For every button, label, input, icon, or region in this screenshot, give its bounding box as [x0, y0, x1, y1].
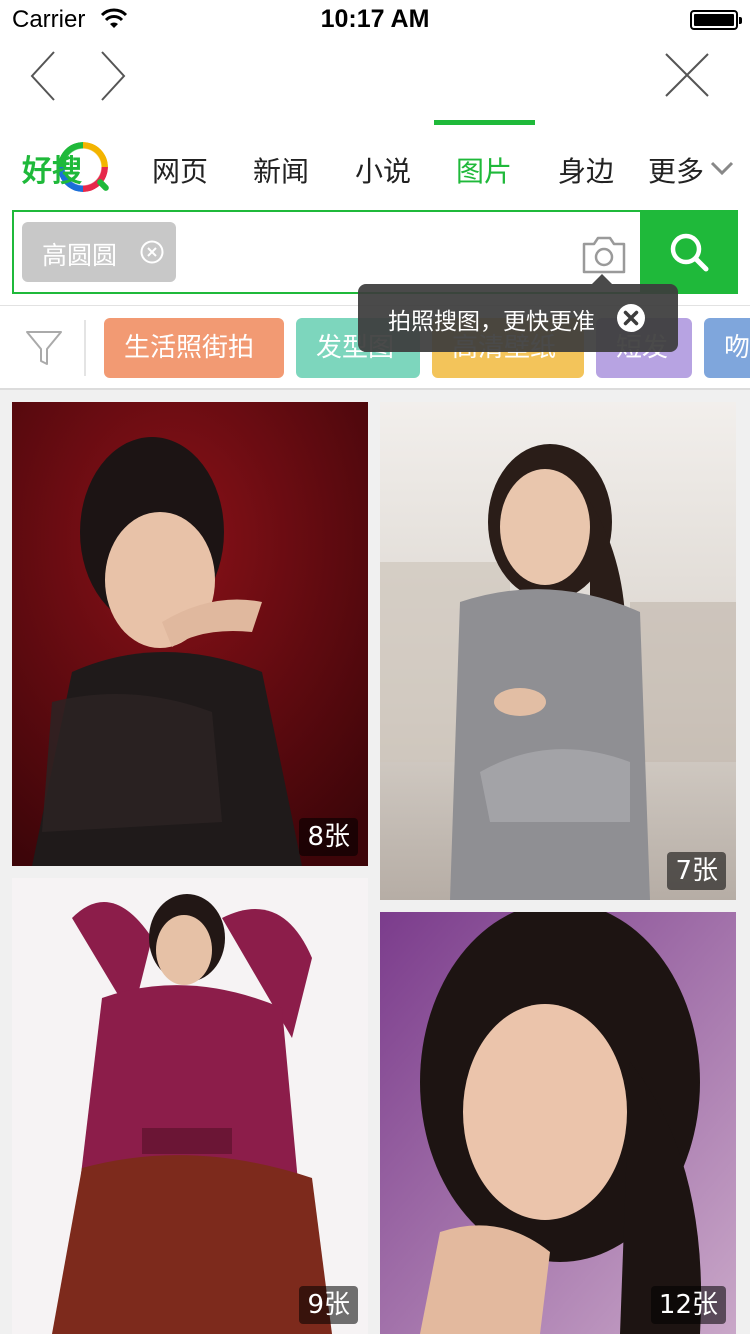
search-icon — [670, 233, 709, 272]
filter-icon[interactable] — [24, 328, 64, 368]
tab-novel[interactable]: 小说 — [355, 150, 411, 190]
forward-arrow-icon[interactable] — [86, 48, 142, 104]
portrait-photo-icon — [12, 402, 368, 866]
tab-news[interactable]: 新闻 — [253, 150, 309, 190]
image-card[interactable]: 9张 — [12, 878, 368, 1334]
tag-kiss[interactable]: 吻 — [704, 318, 750, 378]
tab-images[interactable]: 图片 — [456, 150, 512, 190]
portrait-photo-icon — [380, 402, 736, 900]
tooltip-close-icon[interactable] — [616, 303, 646, 333]
clock: 10:17 AM — [320, 5, 430, 33]
image-card[interactable]: 8张 — [12, 402, 368, 866]
image-count-badge: 8张 — [299, 818, 358, 856]
tab-more[interactable]: 更多 — [648, 150, 704, 190]
tab-web[interactable]: 网页 — [152, 150, 208, 190]
tag-street-photo[interactable]: 生活照街拍 — [104, 318, 284, 378]
tooltip-text: 拍照搜图，更快更准 — [388, 309, 595, 335]
portrait-photo-icon — [12, 878, 368, 1334]
logo-text: 好搜 — [22, 154, 82, 189]
query-chip[interactable]: 高圆圆 — [22, 222, 176, 282]
chevron-down-icon[interactable] — [710, 160, 734, 176]
search-input[interactable]: 高圆圆 — [12, 210, 642, 294]
haosou-logo[interactable]: 好搜 — [18, 138, 112, 202]
image-count-badge: 7张 — [667, 852, 726, 890]
camera-icon[interactable] — [580, 234, 628, 274]
status-bar: Carrier 10:17 AM — [0, 0, 750, 40]
image-card[interactable]: 7张 — [380, 402, 736, 900]
clear-chip-icon[interactable] — [140, 240, 164, 264]
query-chip-label: 高圆圆 — [42, 241, 118, 270]
tab-nearby[interactable]: 身边 — [558, 150, 614, 190]
back-arrow-icon[interactable] — [18, 48, 74, 104]
battery-icon — [690, 10, 742, 30]
camera-tooltip: 拍照搜图，更快更准 — [358, 274, 678, 352]
image-count-badge: 12张 — [650, 1286, 726, 1324]
close-icon[interactable] — [660, 48, 716, 104]
image-count-badge: 9张 — [299, 1286, 358, 1324]
portrait-photo-icon — [380, 912, 736, 1334]
active-tab-indicator — [434, 120, 535, 125]
search-button[interactable] — [640, 210, 738, 294]
category-tabs: 网页 新闻 小说 图片 身边 更多 — [130, 150, 750, 190]
image-card[interactable]: 12张 — [380, 912, 736, 1334]
